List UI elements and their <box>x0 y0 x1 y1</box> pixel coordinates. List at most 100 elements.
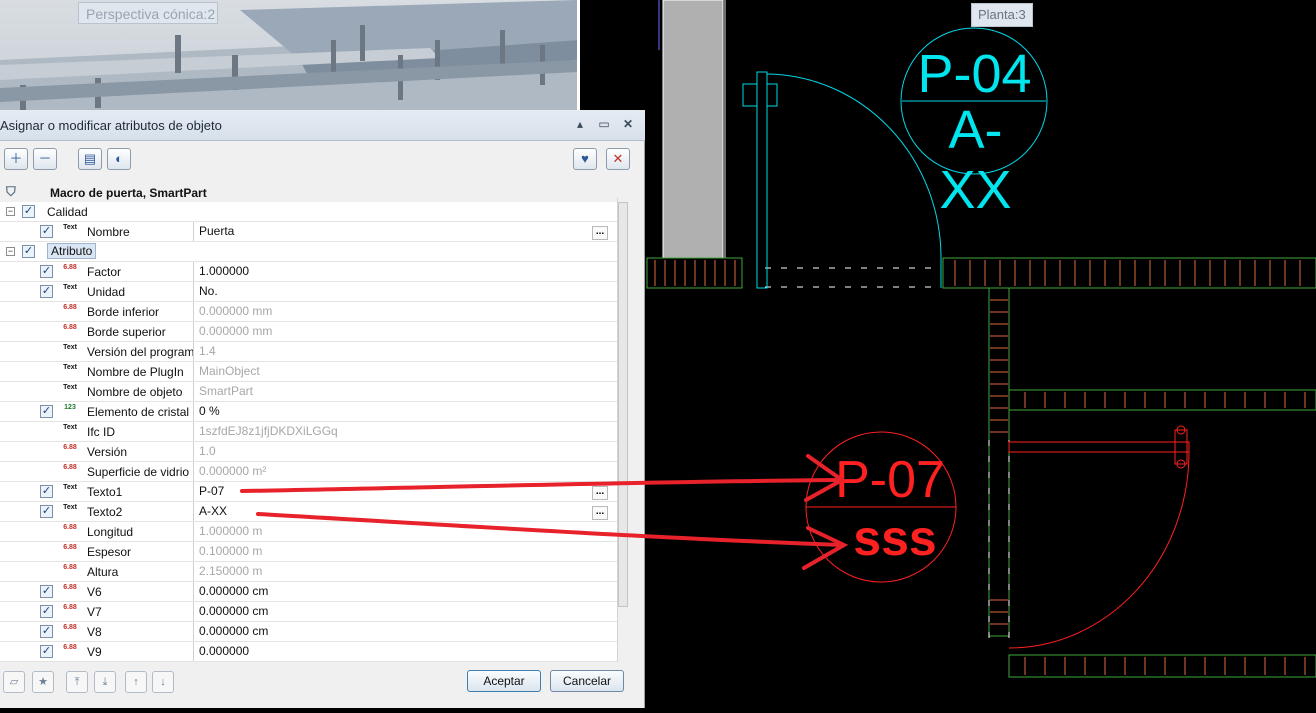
attribute-type-icon: 6.88 <box>63 604 77 611</box>
group-row[interactable]: − ✓ Atributo <box>0 242 617 262</box>
attribute-row[interactable]: 6.88 Longitud 1.000000 m <box>0 522 617 542</box>
pin-icon[interactable]: ▴ <box>572 116 588 132</box>
attribute-value[interactable]: P-07 <box>193 482 617 501</box>
attribute-value[interactable]: No. <box>193 282 617 301</box>
group-checkbox[interactable]: ✓ <box>22 245 35 258</box>
group-label: Calidad <box>47 205 88 219</box>
planta-label[interactable]: Planta:3 <box>971 3 1033 27</box>
favorites-button[interactable]: ★ <box>32 671 54 693</box>
move-up-button[interactable]: ↑ <box>125 671 147 693</box>
attribute-checkbox[interactable]: ✓ <box>40 285 53 298</box>
attribute-row[interactable]: 6.88 Espesor 0.100000 m <box>0 542 617 562</box>
attribute-row[interactable]: ✓ 6.88 V9 0.000000 <box>0 642 617 662</box>
attribute-row[interactable]: 6.88 Superficie de vidrio 0.000000 m² <box>0 462 617 482</box>
attribute-row[interactable]: Text Ifc ID 1szfdEJ8z1jfjDKDXiLGGq <box>0 422 617 442</box>
viewport-divider[interactable] <box>577 0 580 110</box>
3d-viewport[interactable]: Perspectiva cónica:2 <box>0 0 577 110</box>
attribute-row[interactable]: Text Nombre de objeto SmartPart <box>0 382 617 402</box>
attribute-label: V8 <box>87 625 102 639</box>
palette-button[interactable]: ◐ <box>107 148 131 170</box>
accept-button[interactable]: Aceptar <box>467 670 541 692</box>
attribute-row[interactable]: ✓ Text Unidad No. <box>0 282 617 302</box>
attribute-row[interactable]: ✓ 6.88 Factor 1.000000 <box>0 262 617 282</box>
maximize-icon[interactable]: ▭ <box>596 116 612 132</box>
attribute-checkbox[interactable]: ✓ <box>40 645 53 658</box>
attribute-label: Versión del program <box>87 345 193 359</box>
grid-scrollbar-thumb[interactable] <box>618 202 628 607</box>
cad-plan-view[interactable]: P-04 A-XX P-07 sss <box>645 0 1316 708</box>
attribute-checkbox[interactable]: ✓ <box>40 225 53 238</box>
attribute-value: 1.4 <box>193 342 617 361</box>
attribute-row[interactable]: ✓ 6.88 V8 0.000000 cm <box>0 622 617 642</box>
attribute-value[interactable]: 0.000000 cm <box>193 602 617 621</box>
attribute-checkbox[interactable]: ✓ <box>40 505 53 518</box>
attribute-type-icon: Text <box>63 504 77 511</box>
attribute-row[interactable]: ✓ Text Texto1 P-07... <box>0 482 617 502</box>
attribute-label: Borde superior <box>87 325 166 339</box>
attribute-value[interactable]: 0.000000 cm <box>193 622 617 641</box>
favorite-delete-button[interactable]: ✕ <box>606 148 630 170</box>
attribute-checkbox[interactable]: ✓ <box>40 265 53 278</box>
attribute-type-icon: 6.88 <box>63 544 77 551</box>
cancel-button[interactable]: Cancelar <box>550 670 624 692</box>
dialog-titlebar[interactable]: Asignar o modificar atributos de objeto … <box>0 110 645 141</box>
attribute-row[interactable]: 6.88 Borde superior 0.000000 mm <box>0 322 617 342</box>
attribute-label: Nombre <box>87 225 130 239</box>
attribute-row[interactable]: ✓ 6.88 V7 0.000000 cm <box>0 602 617 622</box>
palette-icon: ◐ <box>115 151 123 166</box>
viewport-label[interactable]: Perspectiva cónica:2 <box>78 2 218 24</box>
attribute-value[interactable]: 0 % <box>193 402 617 421</box>
attribute-row[interactable]: ✓ 123 Elemento de cristal 0 % <box>0 402 617 422</box>
attribute-value[interactable]: Puerta <box>193 222 617 241</box>
attribute-type-icon: 6.88 <box>63 624 77 631</box>
attribute-checkbox[interactable]: ✓ <box>40 485 53 498</box>
move-down-icon: ↓ <box>160 676 166 688</box>
move-down-button[interactable]: ↓ <box>152 671 174 693</box>
attribute-type-icon: Text <box>63 224 77 231</box>
attribute-value[interactable]: 1.000000 <box>193 262 617 281</box>
tag-bottom-line1: P-07 <box>835 451 945 509</box>
group-row[interactable]: − ✓ Calidad <box>0 202 617 222</box>
attribute-checkbox[interactable]: ✓ <box>40 625 53 638</box>
collapse-icon[interactable]: − <box>6 207 15 216</box>
attribute-value[interactable]: 0.000000 <box>193 642 617 661</box>
ellipsis-button[interactable]: ... <box>592 226 608 240</box>
add-attribute-button[interactable]: ＋ <box>4 148 28 170</box>
attribute-row[interactable]: ✓ Text Texto2 A-XX... <box>0 502 617 522</box>
attribute-label: Texto2 <box>87 505 123 519</box>
attribute-row[interactable]: ✓ Text Nombre Puerta... <box>0 222 617 242</box>
attribute-type-icon: 6.88 <box>63 564 77 571</box>
attribute-value[interactable]: A-XX <box>193 502 617 521</box>
attribute-row[interactable]: Text Versión del program 1.4 <box>0 342 617 362</box>
attribute-checkbox[interactable]: ✓ <box>40 605 53 618</box>
move-bottom-button[interactable]: ⤓ <box>94 671 116 693</box>
attribute-label: Unidad <box>87 285 126 299</box>
folder-open-icon: ▱ <box>9 676 19 688</box>
attribute-label: Factor <box>87 265 122 279</box>
attribute-row[interactable]: Text Nombre de PlugIn MainObject <box>0 362 617 382</box>
favorite-add-button[interactable]: ♥ <box>573 148 597 170</box>
attribute-row[interactable]: 6.88 Altura 2.150000 m <box>0 562 617 582</box>
group-label: Atributo <box>47 243 97 259</box>
attribute-checkbox[interactable]: ✓ <box>40 585 53 598</box>
tag-icon: ⛉ <box>6 184 16 199</box>
attribute-label: V7 <box>87 605 102 619</box>
close-icon[interactable]: ✕ <box>620 116 636 132</box>
attribute-value[interactable]: 0.000000 cm <box>193 582 617 601</box>
attribute-checkbox[interactable]: ✓ <box>40 405 53 418</box>
remove-attribute-button[interactable]: － <box>33 148 57 170</box>
ellipsis-button[interactable]: ... <box>592 486 608 500</box>
attribute-row[interactable]: 6.88 Versión 1.0 <box>0 442 617 462</box>
collapse-icon[interactable]: − <box>6 247 15 256</box>
attribute-row[interactable]: 6.88 Borde inferior 0.000000 mm <box>0 302 617 322</box>
attribute-row[interactable]: ✓ 6.88 V6 0.000000 cm <box>0 582 617 602</box>
open-button[interactable]: ▱ <box>3 671 25 693</box>
move-top-button[interactable]: ⤒ <box>66 671 88 693</box>
attribute-type-icon: 123 <box>64 404 76 411</box>
attributes-grid[interactable]: − ✓ Calidad ✓ Text Nombre Puerta... − ✓ Atributo ✓… <box>0 202 617 662</box>
plus-icon: ＋ <box>9 151 23 166</box>
attribute-type-icon: 6.88 <box>63 644 77 651</box>
ellipsis-button[interactable]: ... <box>592 506 608 520</box>
properties-button[interactable]: ▤ <box>78 148 102 170</box>
group-checkbox[interactable]: ✓ <box>22 205 35 218</box>
